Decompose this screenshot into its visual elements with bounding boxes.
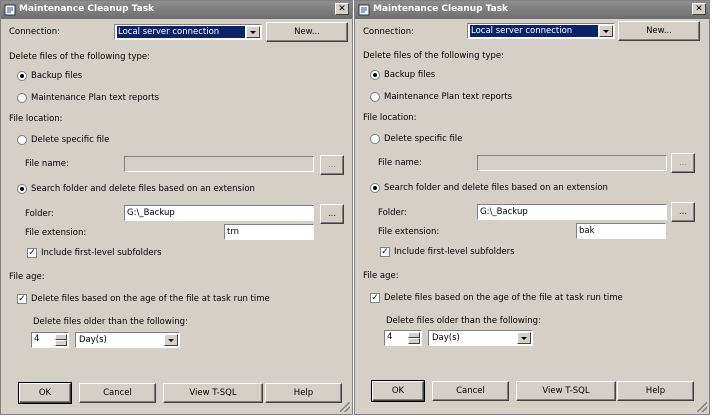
- older-than-label: Delete files older than the following:: [33, 317, 188, 327]
- file-type-label: Delete files of the following type:: [9, 52, 151, 62]
- search-folder-radio[interactable]: [370, 183, 380, 193]
- help-button[interactable]: Help: [265, 383, 342, 403]
- older-than-label: Delete files older than the following:: [386, 316, 541, 326]
- ok-button[interactable]: OK: [18, 382, 72, 404]
- backup-files-radio[interactable]: [17, 71, 27, 81]
- file-name-browse-button: ...: [320, 155, 344, 175]
- folder-input[interactable]: G:\_Backup: [124, 205, 314, 221]
- file-name-input: [477, 155, 667, 171]
- folder-browse-button[interactable]: ...: [320, 204, 344, 224]
- chevron-down-icon[interactable]: [246, 26, 260, 38]
- maintenance-reports-radio[interactable]: [370, 92, 380, 102]
- resize-grip[interactable]: [340, 402, 350, 412]
- file-name-input: [124, 156, 314, 172]
- delete-age-label: Delete files based on the age of the fil…: [31, 294, 270, 304]
- spin-down-button[interactable]: [408, 338, 420, 344]
- include-subfolders-checkbox[interactable]: ✓: [380, 247, 390, 257]
- search-folder-radio[interactable]: [17, 184, 27, 194]
- delete-specific-label: Delete specific file: [384, 134, 463, 144]
- title-bar: Maintenance Cleanup Task ✕: [1, 1, 352, 19]
- age-number-stepper[interactable]: 4: [384, 330, 422, 346]
- chevron-down-icon[interactable]: [599, 25, 613, 37]
- age-number-stepper[interactable]: 4: [31, 332, 69, 348]
- include-subfolders-label: Include first-level subfolders: [41, 248, 162, 258]
- extension-label: File extension:: [378, 227, 440, 237]
- close-button[interactable]: ✕: [335, 3, 349, 15]
- search-folder-label: Search folder and delete files based on …: [31, 184, 255, 194]
- close-button[interactable]: ✕: [692, 3, 706, 15]
- file-name-browse-button: ...: [671, 153, 695, 173]
- age-unit-value: Day(s): [79, 335, 107, 345]
- backup-files-label: Backup files: [384, 70, 436, 80]
- maintenance-reports-label: Maintenance Plan text reports: [31, 93, 160, 103]
- maintenance-reports-label: Maintenance Plan text reports: [384, 92, 513, 102]
- file-location-label: File location:: [363, 113, 417, 123]
- age-unit-select[interactable]: Day(s): [75, 332, 180, 348]
- file-age-label: File age:: [363, 271, 399, 281]
- help-button[interactable]: Help: [617, 381, 694, 401]
- window-title: Maintenance Cleanup Task: [373, 4, 509, 14]
- task-icon: [358, 4, 370, 16]
- age-unit-select[interactable]: Day(s): [428, 330, 533, 346]
- cancel-button[interactable]: Cancel: [79, 383, 156, 403]
- backup-files-label: Backup files: [31, 71, 83, 81]
- delete-age-checkbox[interactable]: ✓: [370, 293, 380, 303]
- new-connection-button[interactable]: New...: [266, 22, 348, 42]
- search-folder-label: Search folder and delete files based on …: [384, 183, 608, 193]
- file-name-label: File name:: [378, 158, 422, 168]
- delete-specific-label: Delete specific file: [31, 135, 110, 145]
- new-connection-button[interactable]: New...: [618, 21, 700, 41]
- age-number-value: 4: [34, 334, 40, 344]
- folder-label: Folder:: [25, 209, 54, 219]
- connection-label: Connection:: [9, 27, 60, 37]
- delete-specific-radio[interactable]: [370, 134, 380, 144]
- title-bar: Maintenance Cleanup Task ✕: [355, 1, 709, 19]
- file-name-label: File name:: [25, 159, 69, 169]
- dialog-window-right: Maintenance Cleanup Task ✕ Connection: L…: [354, 0, 710, 415]
- extension-input[interactable]: trn: [224, 224, 314, 240]
- backup-files-radio[interactable]: [370, 70, 380, 80]
- spin-down-button[interactable]: [55, 340, 67, 346]
- window-title: Maintenance Cleanup Task: [19, 4, 155, 14]
- include-subfolders-checkbox[interactable]: ✓: [27, 248, 37, 258]
- task-icon: [4, 4, 16, 16]
- ok-button[interactable]: OK: [371, 380, 425, 402]
- age-unit-value: Day(s): [432, 333, 460, 343]
- folder-browse-button[interactable]: ...: [671, 202, 695, 222]
- dialog-window-left: Maintenance Cleanup Task ✕ Connection: L…: [0, 0, 353, 415]
- file-type-label: Delete files of the following type:: [363, 51, 505, 61]
- maintenance-reports-radio[interactable]: [17, 93, 27, 103]
- extension-label: File extension:: [25, 228, 87, 238]
- folder-input[interactable]: G:\_Backup: [477, 204, 667, 220]
- connection-select[interactable]: Local server connection: [114, 24, 262, 40]
- delete-age-label: Delete files based on the age of the fil…: [384, 293, 623, 303]
- file-location-label: File location:: [9, 114, 63, 124]
- view-tsql-button[interactable]: View T-SQL: [516, 381, 616, 401]
- chevron-down-icon[interactable]: [517, 332, 531, 344]
- cancel-button[interactable]: Cancel: [432, 381, 509, 401]
- connection-value: Local server connection: [116, 25, 246, 39]
- file-age-label: File age:: [9, 272, 45, 282]
- delete-age-checkbox[interactable]: ✓: [17, 294, 27, 304]
- connection-select[interactable]: Local server connection: [467, 23, 615, 39]
- extension-input[interactable]: bak: [576, 223, 666, 239]
- folder-label: Folder:: [378, 208, 407, 218]
- chevron-down-icon[interactable]: [164, 334, 178, 346]
- include-subfolders-label: Include first-level subfolders: [394, 247, 515, 257]
- delete-specific-radio[interactable]: [17, 135, 27, 145]
- view-tsql-button[interactable]: View T-SQL: [163, 383, 263, 403]
- resize-grip[interactable]: [697, 402, 707, 412]
- age-number-value: 4: [387, 332, 393, 342]
- connection-value: Local server connection: [469, 24, 599, 38]
- connection-label: Connection:: [363, 27, 414, 37]
